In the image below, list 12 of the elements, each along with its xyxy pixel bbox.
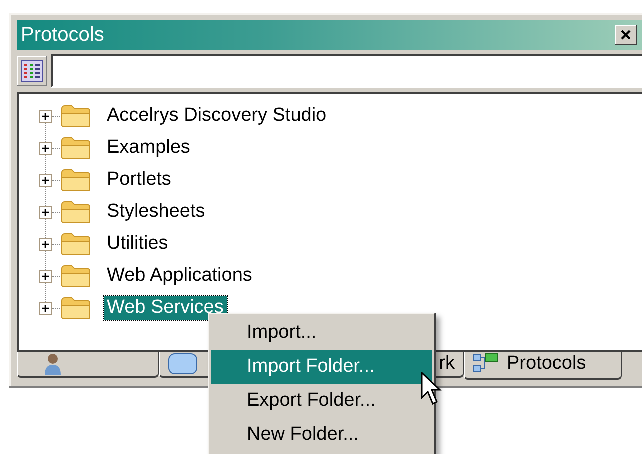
tree-item[interactable]: Portlets [104, 168, 174, 192]
menu-item[interactable]: New Folder... [211, 418, 432, 452]
tree-item[interactable]: Web Services [104, 296, 227, 320]
tree-item[interactable]: Utilities [104, 232, 172, 256]
tree-item[interactable]: Accelrys Discovery Studio [104, 104, 330, 128]
menu-item[interactable]: Import Folder... [211, 350, 432, 384]
window-title: Protocols [20, 24, 106, 46]
tree-item[interactable]: Stylesheets [104, 200, 208, 224]
menu-item[interactable]: Export Folder... [211, 384, 432, 418]
tree-item[interactable]: Examples [104, 136, 194, 160]
tab[interactable]: Protocols [464, 350, 622, 380]
tree-item[interactable]: Web Applications [104, 264, 256, 288]
